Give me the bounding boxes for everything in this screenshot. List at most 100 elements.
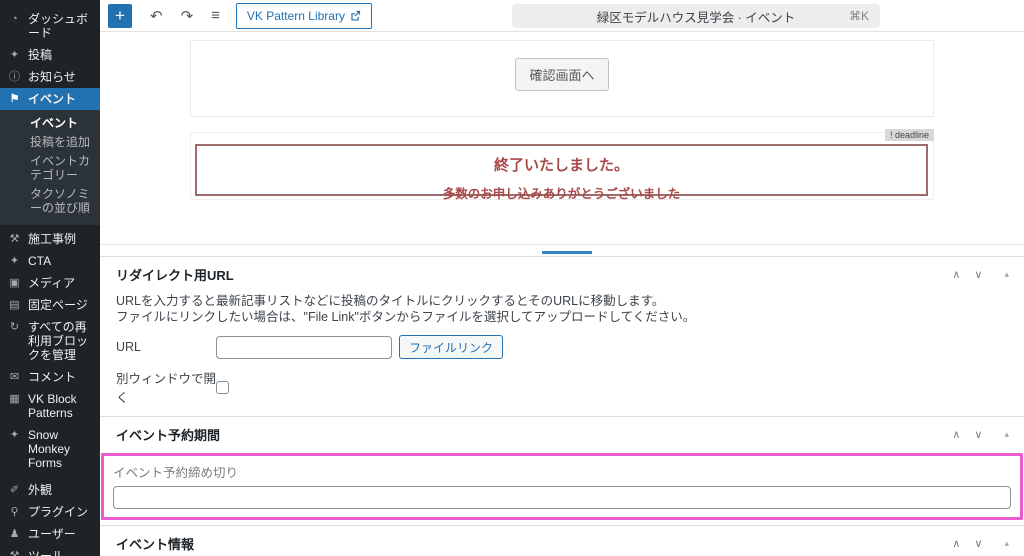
submenu-item-add-post[interactable]: 投稿を追加 (0, 133, 100, 152)
sidebar-item-cta[interactable]: ✦ CTA (0, 250, 100, 272)
sidebar-item-events[interactable]: ⚑ イベント (0, 88, 100, 110)
move-up-icon[interactable]: ∧ (945, 268, 967, 281)
deadline-block[interactable]: ! deadline 終了いたしました。 多数のお申し込みありがとうございました (190, 132, 934, 200)
document-title: 緑区モデルハウス見学会 · イベント (597, 7, 796, 26)
metabox-header[interactable]: イベント予約期間 ∧ ∨ ▴ (100, 417, 1024, 451)
move-down-icon[interactable]: ∨ (967, 428, 989, 441)
sidebar-item-vk-block-patterns[interactable]: ▦ VK Block Patterns (0, 388, 100, 424)
sidebar-item-posts[interactable]: ✦ 投稿 (0, 44, 100, 66)
sidebar-item-construction-cases[interactable]: ⚒ 施工事例 (0, 228, 100, 250)
file-link-button[interactable]: ファイルリンク (399, 335, 503, 359)
submenu-item-taxonomy-order[interactable]: タクソノミーの並び順 (0, 185, 100, 218)
redirect-description-line1: URLを入力すると最新記事リストなどに投稿のタイトルにクリックするとそのURLに… (116, 293, 1008, 309)
submenu-item-event-category[interactable]: イベントカテゴリー (0, 152, 100, 185)
editor-main: + ↶ ↷ ≡ VK Pattern Library 緑区モデルハウス見学会 ·… (100, 0, 1024, 556)
sidebar-item-label: ダッシュボード (28, 12, 96, 40)
external-link-icon (350, 10, 361, 21)
deadline-title: 終了いたしました。 (197, 154, 926, 175)
move-down-icon[interactable]: ∨ (967, 537, 989, 550)
list-view-icon[interactable]: ≡ (211, 7, 220, 24)
metabox-header[interactable]: リダイレクト用URL ∧ ∨ ▴ (100, 257, 1024, 291)
tools-icon: ⚒ (8, 549, 21, 556)
open-new-window-checkbox[interactable] (216, 381, 229, 394)
metabox-title: イベント予約期間 (116, 425, 945, 444)
sidebar-item-label: CTA (28, 254, 51, 268)
sidebar-item-users[interactable]: ♟ ユーザー (0, 523, 100, 545)
metabox-resize-handle[interactable] (542, 251, 592, 254)
dashboard-icon: ◔ (8, 12, 21, 26)
reservation-deadline-input[interactable] (113, 486, 1011, 509)
reusable-blocks-icon: ↻ (8, 320, 21, 334)
vk-pattern-library-label: VK Pattern Library (247, 9, 345, 23)
sidebar-item-label: メディア (28, 276, 75, 290)
form-block: 確認画面へ (190, 40, 934, 117)
sidebar-item-dashboard[interactable]: ◔ ダッシュボード (0, 8, 100, 44)
vk-pattern-library-button[interactable]: VK Pattern Library (236, 3, 372, 29)
toggle-panel-icon[interactable]: ▴ (997, 429, 1016, 440)
toggle-panel-icon[interactable]: ▴ (997, 538, 1016, 549)
events-submenu: イベント 投稿を追加 イベントカテゴリー タクソノミーの並び順 (0, 110, 100, 225)
editor-topbar: + ↶ ↷ ≡ VK Pattern Library 緑区モデルハウス見学会 ·… (100, 0, 1024, 32)
sidebar-item-label: プラグイン (28, 505, 88, 519)
toggle-panel-icon[interactable]: ▴ (997, 269, 1016, 280)
reservation-deadline-highlight: イベント予約締め切り (101, 453, 1023, 520)
info-icon: ⓘ (8, 70, 21, 84)
sidebar-item-snow-monkey-forms[interactable]: ✦ Snow Monkey Forms (0, 424, 100, 474)
metabox-header[interactable]: イベント情報 ∧ ∨ ▴ (100, 526, 1024, 556)
admin-sidebar: ◔ ダッシュボード ✦ 投稿 ⓘ お知らせ ⚑ イベント イベント 投稿を追加 … (0, 0, 100, 556)
metabox-event-info: イベント情報 ∧ ∨ ▴ 開催日 (100, 525, 1024, 556)
url-input[interactable] (216, 336, 392, 359)
wordpress-admin: ◔ ダッシュボード ✦ 投稿 ⓘ お知らせ ⚑ イベント イベント 投稿を追加 … (0, 0, 1024, 556)
redo-icon[interactable]: ↷ (181, 7, 194, 25)
deadline-block-badge: ! deadline (885, 129, 934, 141)
redirect-description-line2: ファイルにリンクしたい場合は、"File Link"ボタンからファイルを選択して… (116, 309, 1008, 325)
editor-canvas: 確認画面へ ! deadline 終了いたしました。 多数のお申し込みありがとう… (100, 32, 1024, 245)
confirm-screen-button[interactable]: 確認画面へ (515, 58, 608, 91)
metabox-redirect-url: リダイレクト用URL ∧ ∨ ▴ URLを入力すると最新記事リストなどに投稿のタ… (100, 256, 1024, 416)
pages-icon: ▤ (8, 298, 21, 312)
move-up-icon[interactable]: ∧ (945, 537, 967, 550)
redirect-description: URLを入力すると最新記事リストなどに投稿のタイトルにクリックするとそのURLに… (116, 293, 1008, 325)
command-palette-button[interactable]: 緑区モデルハウス見学会 · イベント ⌘K (512, 4, 880, 28)
move-up-icon[interactable]: ∧ (945, 428, 967, 441)
sidebar-item-news[interactable]: ⓘ お知らせ (0, 66, 100, 88)
sidebar-item-label: 投稿 (28, 48, 52, 62)
plugin-icon: ⚲ (8, 505, 21, 519)
sidebar-item-label: Snow Monkey Forms (28, 428, 96, 470)
flag-icon: ⚑ (8, 92, 21, 106)
active-item-arrow (94, 94, 100, 104)
comments-icon: ✉ (8, 370, 21, 384)
sidebar-item-tools[interactable]: ⚒ ツール (0, 545, 100, 556)
sidebar-item-plugins[interactable]: ⚲ プラグイン (0, 501, 100, 523)
sidebar-item-label: ユーザー (28, 527, 76, 541)
sidebar-item-label: VK Block Patterns (28, 392, 96, 420)
sidebar-item-label: コメント (28, 370, 76, 384)
sidebar-item-appearance[interactable]: ✐ 外観 (0, 479, 100, 501)
submenu-item-events[interactable]: イベント (0, 114, 100, 133)
grid-icon: ▦ (8, 392, 21, 406)
wrench-icon: ⚒ (8, 232, 21, 246)
metabox-area: リダイレクト用URL ∧ ∨ ▴ URLを入力すると最新記事リストなどに投稿のタ… (100, 256, 1024, 556)
move-down-icon[interactable]: ∨ (967, 268, 989, 281)
reservation-deadline-label: イベント予約締め切り (113, 462, 1011, 481)
url-label: URL (116, 340, 216, 354)
url-field-row: URL ファイルリンク (116, 335, 1008, 359)
brush-icon: ✐ (8, 483, 21, 497)
metabox-body: URLを入力すると最新記事リストなどに投稿のタイトルにクリックするとそのURLに… (100, 293, 1024, 416)
undo-icon[interactable]: ↶ (150, 7, 163, 25)
sidebar-item-label: ツール (28, 549, 64, 556)
sidebar-item-label: 固定ページ (28, 298, 88, 312)
open-new-window-row: 別ウィンドウで開く (116, 368, 1008, 406)
media-icon: ▣ (8, 276, 21, 290)
sidebar-item-reusable-blocks[interactable]: ↻ すべての再利用ブロックを管理 (0, 316, 100, 366)
pushpin-icon: ✦ (8, 428, 21, 442)
sidebar-item-label: イベント (28, 92, 76, 106)
deadline-message-box: 終了いたしました。 多数のお申し込みありがとうございました (195, 144, 928, 196)
sidebar-item-comments[interactable]: ✉ コメント (0, 366, 100, 388)
pushpin-icon: ✦ (8, 48, 21, 62)
sidebar-item-pages[interactable]: ▤ 固定ページ (0, 294, 100, 316)
add-block-button[interactable]: + (108, 4, 132, 28)
shortcut-hint: ⌘K (849, 9, 869, 23)
sidebar-item-media[interactable]: ▣ メディア (0, 272, 100, 294)
open-new-window-label: 別ウィンドウで開く (116, 368, 216, 406)
